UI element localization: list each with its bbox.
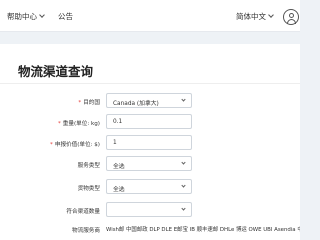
title-divider bbox=[0, 83, 300, 84]
goods-type-select[interactable]: 全选 bbox=[106, 179, 192, 194]
matching-select[interactable] bbox=[106, 202, 192, 217]
user-avatar-icon[interactable] bbox=[283, 9, 299, 25]
avatar-head bbox=[289, 13, 294, 18]
weight-label: * 重量(单位: kg) bbox=[58, 119, 100, 127]
chevron-down-icon bbox=[181, 206, 186, 211]
destination-select[interactable]: Canada (加拿大) bbox=[106, 93, 192, 108]
weight-value: 0.1 bbox=[113, 119, 123, 125]
chevron-down-icon bbox=[39, 12, 45, 18]
logistics-service-options[interactable]: Wish邮 中国邮政 DLP DLE E邮宝 IB 顺丰速邮 DHLe 博运 O… bbox=[106, 225, 300, 233]
service-type-row: 服务类型 全选 bbox=[0, 156, 300, 176]
destination-label-text: 目的国 bbox=[83, 100, 100, 106]
avatar-body bbox=[287, 19, 296, 24]
required-mark: * bbox=[50, 142, 53, 148]
matching-row: 符合渠道数量 bbox=[0, 202, 300, 222]
declared-value-value: 1 bbox=[113, 140, 117, 146]
help-center-label: 帮助中心 bbox=[7, 12, 37, 21]
chevron-down-icon bbox=[181, 97, 186, 102]
language-selector[interactable]: 简体中文 bbox=[236, 11, 274, 22]
service-type-value: 全选 bbox=[113, 164, 125, 170]
page-title: 物流渠道查询 bbox=[18, 64, 94, 79]
destination-row: * 目的国 Canada (加拿大) bbox=[0, 93, 300, 113]
weight-label-text: 重量(单位: kg) bbox=[62, 121, 100, 127]
query-panel: 物流渠道查询 * 目的国 Canada (加拿大) * 重量(单位: kg) 0.1… bbox=[0, 44, 300, 240]
chevron-down-icon bbox=[181, 160, 186, 165]
service-type-label: 服务类型 bbox=[77, 163, 100, 169]
service-type-select[interactable]: 全选 bbox=[106, 156, 192, 171]
weight-input[interactable]: 0.1 bbox=[106, 114, 192, 129]
declared-value-row: * 申报价值(单位: $) 1 bbox=[0, 135, 300, 155]
destination-value: Canada (加拿大) bbox=[113, 101, 159, 107]
matching-label: 符合渠道数量 bbox=[66, 209, 100, 215]
language-label: 简体中文 bbox=[236, 12, 266, 21]
logistics-service-row: 物流服务商 Wish邮 中国邮政 DLP DLE E邮宝 IB 顺丰速邮 DHL… bbox=[0, 220, 300, 240]
declared-value-label-text: 申报价值(单位: $) bbox=[54, 142, 100, 148]
declared-value-input[interactable]: 1 bbox=[106, 135, 192, 150]
goods-type-label: 货物类型 bbox=[77, 186, 100, 192]
notice-link[interactable]: 公告 bbox=[58, 11, 73, 22]
help-center-menu[interactable]: 帮助中心 bbox=[7, 11, 45, 22]
declared-value-label: * 申报价值(单位: $) bbox=[50, 140, 100, 148]
goods-type-value: 全选 bbox=[113, 187, 125, 193]
chevron-down-icon bbox=[181, 183, 186, 188]
chevron-down-icon bbox=[268, 12, 274, 18]
required-mark: * bbox=[78, 100, 82, 106]
destination-label: * 目的国 bbox=[78, 98, 100, 106]
top-bar: 帮助中心 公告 简体中文 bbox=[0, 0, 300, 32]
weight-row: * 重量(单位: kg) 0.1 bbox=[0, 114, 300, 134]
goods-type-row: 货物类型 全选 bbox=[0, 179, 300, 199]
logistics-service-label: 物流服务商 bbox=[72, 228, 100, 234]
required-mark: * bbox=[58, 121, 61, 127]
